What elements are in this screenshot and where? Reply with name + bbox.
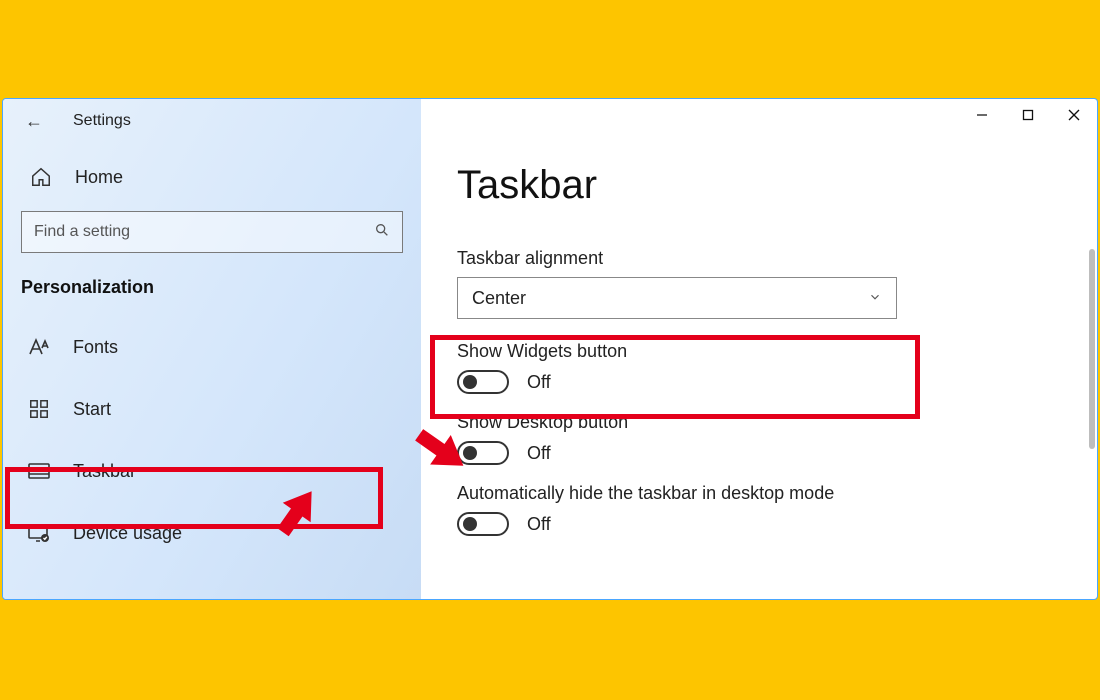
sidebar: ← Settings Home Find a setting Personali… xyxy=(3,99,421,599)
autohide-toggle-state: Off xyxy=(527,514,551,535)
start-icon xyxy=(27,397,51,421)
desktop-btn-label: Show Desktop button xyxy=(457,412,1057,433)
desktop-btn-toggle[interactable] xyxy=(457,441,509,465)
sidebar-item-device-usage[interactable]: Device usage xyxy=(3,502,421,564)
device-usage-icon xyxy=(27,521,51,545)
search-placeholder: Find a setting xyxy=(34,223,130,241)
search-input[interactable]: Find a setting xyxy=(21,211,403,253)
widgets-label: Show Widgets button xyxy=(457,341,1057,362)
sidebar-item-taskbar[interactable]: Taskbar xyxy=(3,440,421,502)
sidebar-item-label: Taskbar xyxy=(73,461,136,482)
window-controls xyxy=(959,99,1097,131)
search-icon xyxy=(374,222,390,243)
main-content: Taskbar Taskbar alignment Center Show Wi… xyxy=(421,99,1097,599)
page-title: Taskbar xyxy=(457,163,1057,208)
desktop-btn-toggle-state: Off xyxy=(527,443,551,464)
minimize-button[interactable] xyxy=(959,99,1005,131)
autohide-toggle[interactable] xyxy=(457,512,509,536)
home-icon xyxy=(29,165,53,189)
sidebar-item-label: Device usage xyxy=(73,523,182,544)
autohide-toggle-row: Off xyxy=(457,512,1057,536)
sidebar-home[interactable]: Home xyxy=(3,143,421,211)
settings-window: ← Settings Home Find a setting Personali… xyxy=(2,98,1098,600)
maximize-button[interactable] xyxy=(1005,99,1051,131)
taskbar-icon xyxy=(27,459,51,483)
sidebar-home-label: Home xyxy=(75,167,123,188)
close-button[interactable] xyxy=(1051,99,1097,131)
chevron-down-icon xyxy=(868,288,882,309)
widgets-toggle[interactable] xyxy=(457,370,509,394)
app-title: Settings xyxy=(73,112,131,130)
scrollbar[interactable] xyxy=(1089,249,1095,449)
alignment-value: Center xyxy=(472,288,526,309)
autohide-label: Automatically hide the taskbar in deskto… xyxy=(457,483,1057,504)
alignment-dropdown[interactable]: Center xyxy=(457,277,897,319)
desktop-btn-toggle-row: Off xyxy=(457,441,1057,465)
widgets-toggle-state: Off xyxy=(527,372,551,393)
sidebar-item-start[interactable]: Start xyxy=(3,378,421,440)
fonts-icon xyxy=(27,335,51,359)
widgets-toggle-row: Off xyxy=(457,370,1057,394)
sidebar-item-label: Start xyxy=(73,399,111,420)
sidebar-section-title: Personalization xyxy=(3,273,421,316)
alignment-label: Taskbar alignment xyxy=(457,248,1057,269)
sidebar-item-fonts[interactable]: Fonts xyxy=(3,316,421,378)
titlebar-left: ← Settings xyxy=(3,99,421,143)
sidebar-item-label: Fonts xyxy=(73,337,118,358)
back-icon[interactable]: ← xyxy=(25,111,43,132)
